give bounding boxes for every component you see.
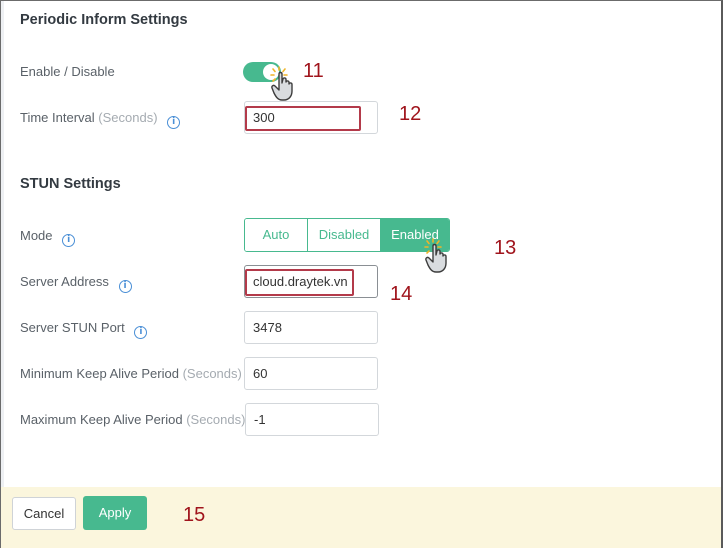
- annotation-13: 13: [494, 237, 517, 259]
- mode-segmented-control: Auto Disabled Enabled: [244, 218, 450, 252]
- time-interval-input[interactable]: 300: [244, 101, 378, 134]
- mode-info-icon[interactable]: i: [62, 234, 76, 247]
- cancel-button[interactable]: Cancel: [12, 497, 76, 530]
- server-address-label: Server Address i: [20, 274, 132, 293]
- periodic-inform-title: Periodic Inform Settings: [20, 12, 188, 28]
- mode-disabled-button[interactable]: Disabled: [308, 219, 381, 251]
- server-address-info-icon[interactable]: i: [118, 280, 132, 293]
- apply-button[interactable]: Apply: [83, 496, 147, 530]
- stun-port-input[interactable]: 3478: [244, 311, 378, 344]
- server-address-input[interactable]: cloud.draytek.vn: [244, 265, 378, 298]
- server-address-label-text: Server Address: [20, 274, 109, 289]
- annotation-15: 15: [183, 504, 206, 526]
- annotation-14: 14: [390, 283, 413, 305]
- enable-disable-label: Enable / Disable: [20, 64, 115, 79]
- max-keepalive-label: Maximum Keep Alive Period (Seconds): [20, 412, 245, 427]
- mode-label: Mode i: [20, 228, 76, 247]
- annotation-12: 12: [399, 103, 422, 125]
- stun-port-label: Server STUN Port i: [20, 320, 148, 339]
- min-keepalive-label-text: Minimum Keep Alive Period: [20, 366, 179, 381]
- min-keepalive-unit: (Seconds): [182, 366, 242, 381]
- max-keepalive-input[interactable]: -1: [245, 403, 379, 436]
- hand-pointer-icon: [270, 66, 293, 101]
- time-interval-label-text: Time Interval: [20, 110, 95, 125]
- stun-port-label-text: Server STUN Port: [20, 320, 125, 335]
- left-rule: [1, 1, 4, 487]
- time-interval-label: Time Interval (Seconds) i: [20, 110, 181, 129]
- annotation-11: 11: [303, 60, 324, 82]
- stun-port-info-icon[interactable]: i: [134, 326, 148, 339]
- min-keepalive-input[interactable]: 60: [244, 357, 378, 390]
- mode-label-text: Mode: [20, 228, 53, 243]
- time-interval-info-icon[interactable]: i: [167, 116, 181, 129]
- mode-auto-button[interactable]: Auto: [245, 219, 308, 251]
- min-keepalive-label: Minimum Keep Alive Period (Seconds): [20, 366, 242, 381]
- max-keepalive-label-text: Maximum Keep Alive Period: [20, 412, 183, 427]
- stun-settings-title: STUN Settings: [20, 176, 121, 192]
- hand-pointer-icon-2: [424, 238, 447, 273]
- max-keepalive-unit: (Seconds): [186, 412, 246, 427]
- time-interval-unit: (Seconds): [98, 110, 158, 125]
